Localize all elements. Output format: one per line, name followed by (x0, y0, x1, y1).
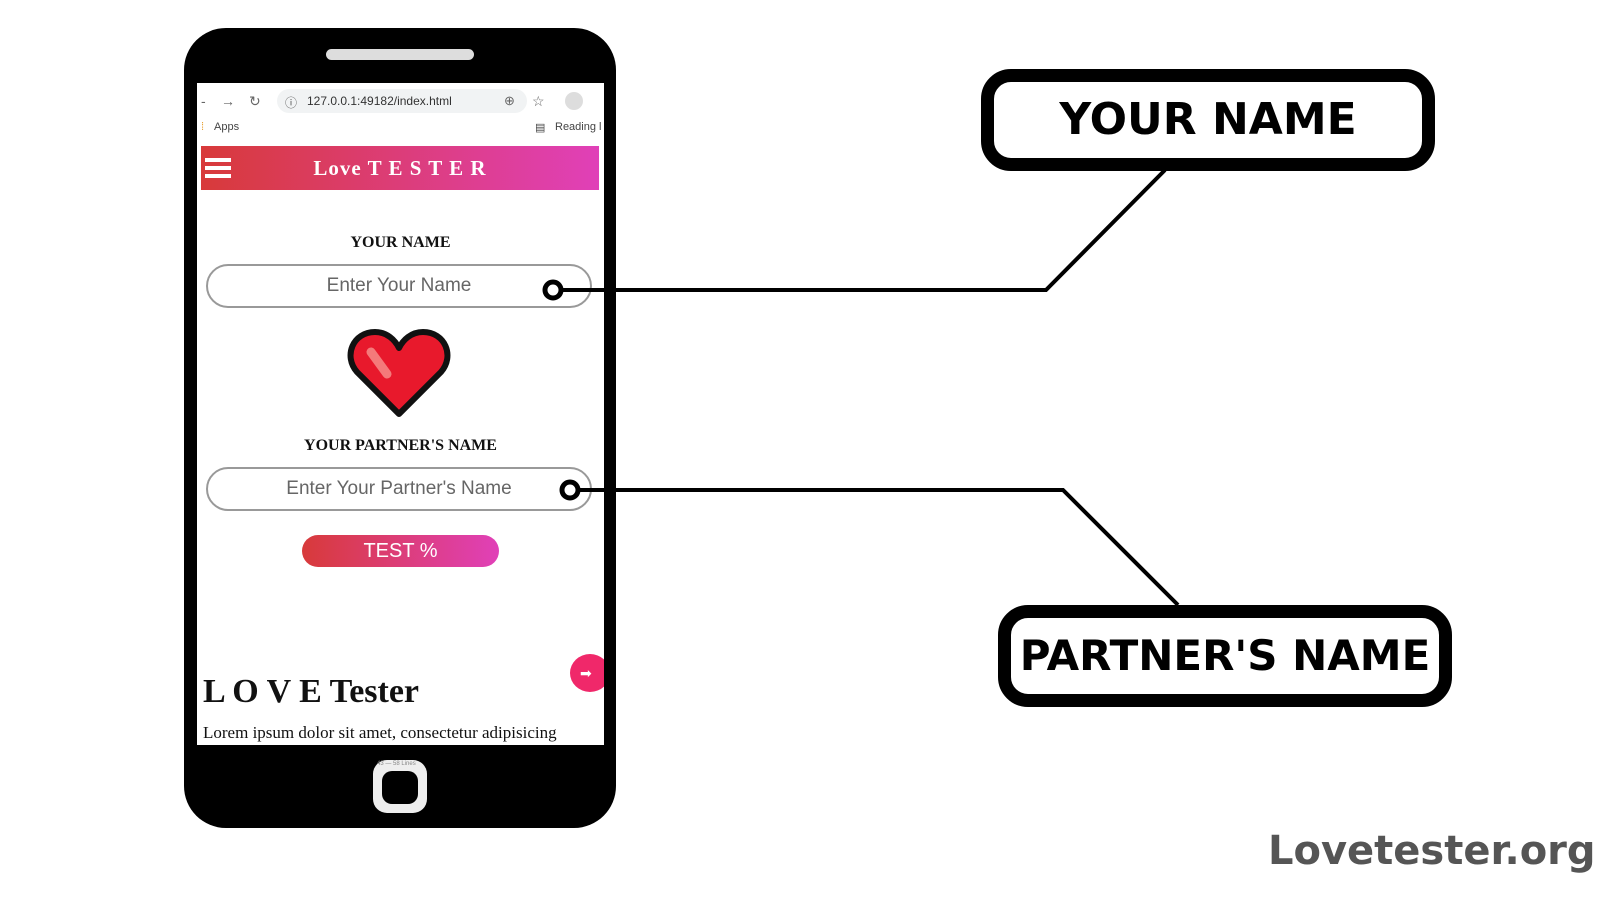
watermark: Lovetester.org (1268, 828, 1596, 874)
partner-name-callout: PARTNER'S NAME (998, 605, 1452, 707)
your-name-anchor-dot (542, 279, 564, 301)
your-name-callout: YOUR NAME (981, 69, 1435, 171)
partner-name-connector (570, 488, 1180, 607)
partner-name-anchor-dot (559, 479, 581, 501)
your-name-connector (553, 168, 1167, 292)
